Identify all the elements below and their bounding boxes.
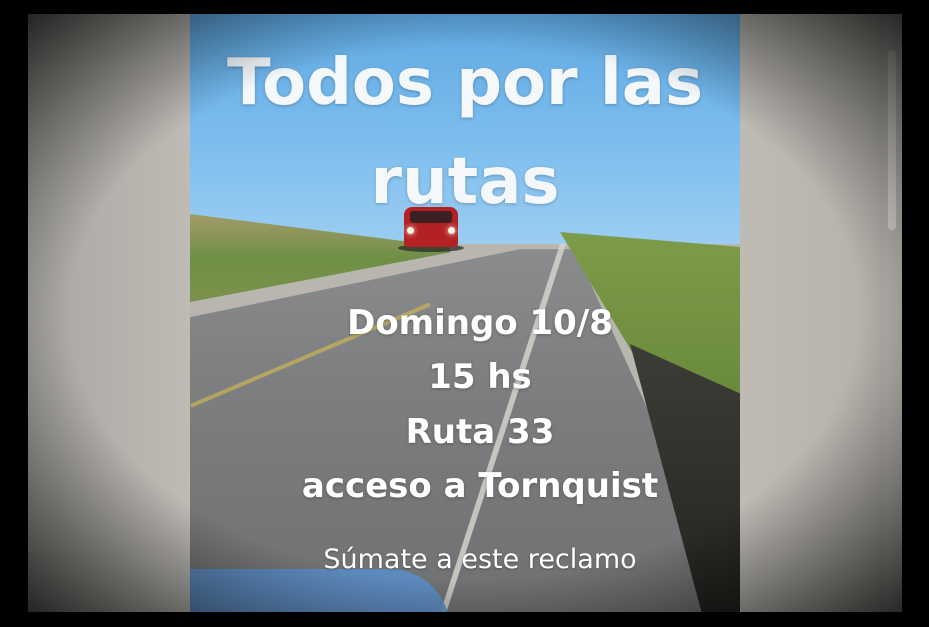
event-date: Domingo 10/8 (347, 303, 613, 343)
title-line-2: rutas (370, 145, 560, 220)
car-hood-foreground (190, 569, 450, 612)
event-time: 15 hs (428, 357, 532, 398)
frame-right-margin (740, 14, 902, 612)
call-to-action: Súmate a este reclamo (323, 544, 637, 575)
poster-image: Todos por las rutas Domingo 10/8 15 hs R… (190, 14, 740, 612)
title-line-1: Todos por las (226, 46, 704, 120)
event-route: Ruta 33 (405, 411, 555, 452)
scrollbar-thumb[interactable] (888, 50, 896, 230)
event-place: acceso a Tornquist (301, 466, 659, 507)
event-details: Domingo 10/8 15 hs Ruta 33 acceso a Torn… (190, 296, 740, 514)
poster-title: Todos por las rutas (190, 34, 740, 232)
frame-left-margin (28, 14, 190, 612)
